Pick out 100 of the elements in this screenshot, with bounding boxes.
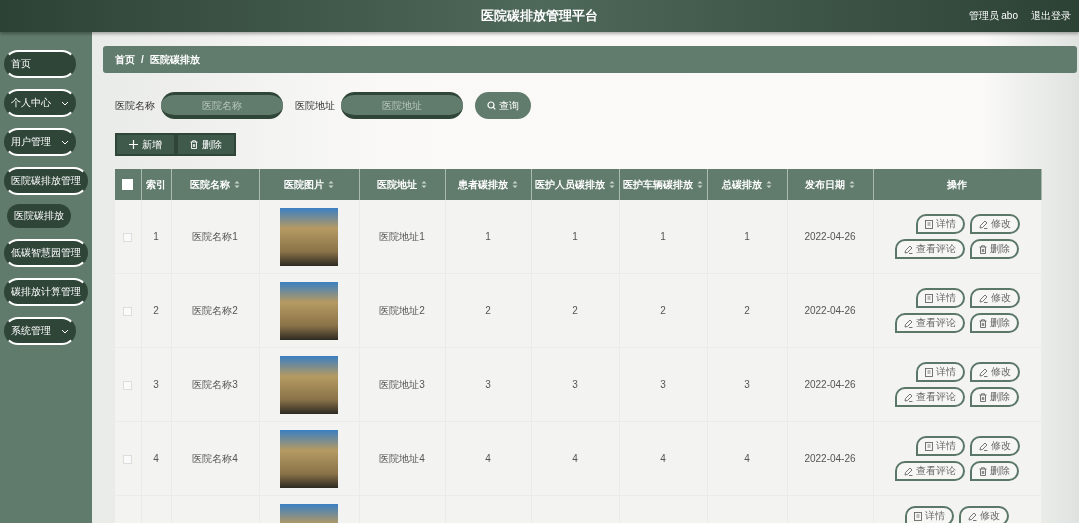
comments-button[interactable]: 查看评论 (894, 461, 965, 481)
table-cell: 4 (660, 453, 666, 464)
column-header: 索引 (146, 177, 166, 192)
trash-icon (978, 466, 987, 476)
table-cell: 1 (153, 231, 159, 242)
column-header: 总碳排放 (722, 177, 762, 192)
delete-button[interactable]: 删除 (969, 387, 1019, 407)
select-all-checkbox[interactable] (122, 179, 134, 191)
table-cell: 2 (744, 305, 750, 316)
table-cell: 3 (153, 379, 159, 390)
column-header: 操作 (947, 177, 967, 192)
table-cell: 2 (153, 305, 159, 316)
comments-button[interactable]: 查看评论 (894, 387, 965, 407)
delete-button[interactable]: 删除 (176, 133, 236, 156)
row-checkbox[interactable] (123, 380, 133, 390)
pencil-icon (903, 318, 913, 328)
table-cell: 医院名称2 (192, 304, 238, 316)
details-button[interactable]: 详情 (915, 362, 965, 382)
pencil-icon (978, 219, 988, 229)
sidebar-item[interactable]: 首页 (4, 50, 76, 78)
table-cell: 医院地址2 (379, 304, 425, 316)
pencil-icon (903, 392, 913, 402)
row-checkbox[interactable] (123, 306, 133, 316)
table-cell: 2 (660, 305, 666, 316)
table-cell: 1 (485, 231, 491, 242)
edit-button[interactable]: 修改 (969, 288, 1020, 308)
add-button[interactable]: 新增 (115, 133, 176, 156)
document-icon (924, 293, 933, 303)
comments-button[interactable]: 查看评论 (894, 313, 965, 333)
photo-placeholder (280, 207, 338, 266)
table-cell: 医院地址4 (379, 452, 425, 464)
table-cell: 医院名称4 (192, 452, 238, 464)
column-header: 医院图片 (284, 177, 324, 192)
details-button[interactable]: 详情 (915, 214, 965, 234)
pencil-icon (978, 367, 988, 377)
breadcrumb-link[interactable]: 首页 (115, 52, 135, 67)
sidebar-item[interactable]: 医院碳排放管理 (4, 167, 88, 195)
document-icon (914, 511, 922, 521)
sort-icon[interactable] (512, 180, 518, 189)
edit-button[interactable]: 修改 (969, 436, 1020, 456)
sidebar-item[interactable]: 用户管理 (4, 128, 76, 156)
app-title: 医院碳排放管理平台 (481, 8, 598, 23)
table-cell: 3 (744, 379, 750, 390)
sort-icon[interactable] (609, 180, 615, 189)
comments-button[interactable]: 查看评论 (894, 239, 965, 259)
table-cell: 医院地址3 (379, 378, 425, 390)
sort-icon[interactable] (849, 180, 855, 189)
pencil-icon (903, 466, 913, 476)
pencil-icon (903, 244, 913, 254)
row-checkbox[interactable] (123, 454, 133, 464)
search-field[interactable]: 医院名称 (161, 92, 283, 119)
column-header: 医护车辆碳排放 (623, 177, 693, 192)
photo-placeholder (280, 281, 338, 340)
table-cell: 4 (485, 453, 491, 464)
column-header: 发布日期 (805, 177, 845, 192)
sort-icon[interactable] (697, 180, 703, 189)
delete-button[interactable]: 删除 (969, 239, 1019, 259)
document-icon (924, 219, 933, 229)
delete-button[interactable]: 删除 (969, 461, 1019, 481)
table-cell: 医院名称1 (192, 230, 238, 242)
table-cell: 2022-04-26 (804, 231, 856, 242)
table-cell: 4 (153, 453, 159, 464)
column-header: 医院名称 (190, 177, 230, 192)
sort-icon[interactable] (328, 180, 334, 189)
edit-button[interactable]: 修改 (959, 506, 1009, 523)
field-label: 医院名称 (115, 98, 155, 113)
sidebar-item[interactable]: 个人中心 (4, 89, 76, 117)
pencil-icon (978, 441, 988, 451)
table-cell: 2022-04-26 (804, 305, 856, 316)
table-cell: 3 (660, 379, 666, 390)
search-button[interactable]: 查询 (475, 92, 531, 119)
document-icon (924, 441, 933, 451)
sidebar-item[interactable]: 低碳智慧园管理 (4, 239, 88, 267)
sidebar-subitem[interactable]: 医院碳排放 (7, 204, 71, 228)
row-checkbox[interactable] (123, 232, 133, 242)
trash-icon (978, 244, 987, 254)
details-button[interactable]: 详情 (915, 288, 965, 308)
search-icon (487, 101, 496, 110)
sort-icon[interactable] (234, 180, 240, 189)
details-button[interactable]: 详情 (905, 506, 954, 523)
column-header: 医院地址 (377, 177, 417, 192)
logout-link[interactable]: 退出登录 (1031, 9, 1071, 23)
sort-icon[interactable] (421, 180, 427, 189)
sidebar-item[interactable]: 碳排放计算管理 (4, 278, 88, 306)
chevron-down-icon (61, 100, 69, 106)
breadcrumb-separator: / (141, 54, 144, 65)
table-cell: 2 (572, 305, 578, 316)
table-cell: 医院地址1 (379, 230, 425, 242)
edit-button[interactable]: 修改 (969, 362, 1020, 382)
sort-icon[interactable] (766, 180, 772, 189)
table-cell: 1 (572, 231, 578, 242)
delete-button[interactable]: 删除 (969, 313, 1019, 333)
search-field[interactable]: 医院地址 (341, 92, 463, 119)
trash-icon (190, 140, 198, 149)
table-cell: 2022-04-26 (804, 379, 856, 390)
details-button[interactable]: 详情 (915, 436, 965, 456)
table-cell: 4 (572, 453, 578, 464)
edit-button[interactable]: 修改 (969, 214, 1020, 234)
sidebar-item[interactable]: 系统管理 (4, 317, 76, 345)
document-icon (924, 367, 933, 377)
